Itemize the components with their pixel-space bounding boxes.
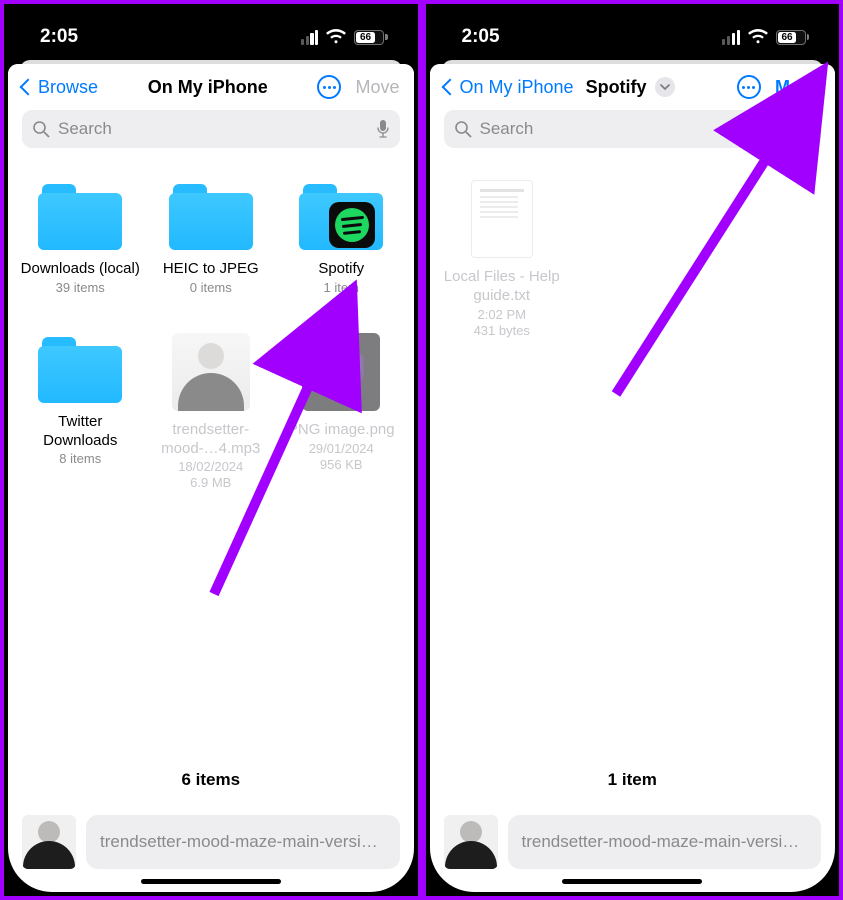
search-icon (32, 120, 50, 138)
search-icon (454, 120, 472, 138)
file-png-image[interactable]: PNG image.png 29/01/2024 956 KB (279, 319, 404, 509)
cellular-icon (301, 30, 319, 45)
back-label: On My iPhone (460, 77, 574, 98)
status-time: 2:05 (462, 26, 500, 48)
home-indicator[interactable] (141, 879, 281, 884)
folder-heic-to-jpeg[interactable]: HEIC to JPEG 0 items (149, 166, 274, 313)
wifi-icon (326, 29, 346, 45)
status-time: 2:05 (40, 26, 78, 48)
file-local-files-txt[interactable]: Local Files - Help guide.txt 2:02 PM 431… (440, 166, 565, 356)
search-placeholder: Search (480, 119, 798, 139)
image-thumbnail (302, 333, 380, 411)
item-name: Local Files - Help guide.txt (442, 268, 563, 306)
title-dropdown-icon[interactable] (655, 77, 675, 97)
clipboard-thumbnail[interactable] (22, 815, 76, 869)
item-size: 956 KB (320, 457, 363, 472)
item-size: 431 bytes (474, 323, 530, 338)
more-button[interactable] (317, 75, 341, 99)
item-name: Downloads (local) (21, 260, 140, 279)
item-name: Spotify (318, 260, 364, 279)
battery-icon: 66 (776, 30, 809, 45)
clipboard-filename[interactable]: trendsetter-mood-maze-main-versi… (86, 815, 400, 869)
back-button[interactable]: On My iPhone (444, 77, 574, 98)
folder-icon (169, 180, 253, 250)
more-button[interactable] (737, 75, 761, 99)
move-button[interactable]: Move (355, 77, 399, 98)
clipboard-filename[interactable]: trendsetter-mood-maze-main-versi… (508, 815, 822, 869)
search-field[interactable]: Search (444, 110, 822, 148)
item-size: 6.9 MB (190, 475, 231, 490)
move-button[interactable]: Move (775, 77, 821, 98)
item-sub: 1 item (324, 280, 359, 295)
nav-title: On My iPhone (148, 77, 268, 98)
file-trendsetter-mp3[interactable]: trendsetter-mood-…4.mp3 18/02/2024 6.9 M… (149, 319, 274, 509)
item-count: 1 item (430, 760, 836, 806)
spotify-app-icon (329, 202, 375, 248)
status-bar: 2:05 66 (4, 4, 418, 64)
battery-icon: 66 (354, 30, 387, 45)
folder-twitter-downloads[interactable]: Twitter Downloads 8 items (18, 319, 143, 509)
item-sub: 8 items (59, 451, 101, 466)
folder-icon (38, 333, 122, 403)
item-name: PNG image.png (288, 421, 395, 440)
item-date: 29/01/2024 (309, 441, 374, 456)
item-date: 18/02/2024 (178, 459, 243, 474)
cellular-icon (722, 30, 740, 45)
item-name: HEIC to JPEG (163, 260, 259, 279)
mic-icon[interactable] (797, 119, 811, 139)
nav-title: Spotify (586, 77, 647, 98)
chevron-left-icon (441, 79, 458, 96)
audio-thumbnail (172, 333, 250, 411)
clipboard-thumbnail[interactable] (444, 815, 498, 869)
item-name: Twitter Downloads (20, 413, 141, 451)
status-bar: 2:05 66 (426, 4, 840, 64)
item-name: trendsetter-mood-…4.mp3 (151, 421, 272, 459)
search-field[interactable]: Search (22, 110, 400, 148)
right-screenshot: 2:05 66 On My iPhone Spotify Move Search (422, 0, 843, 900)
wifi-icon (748, 29, 768, 45)
item-count: 6 items (8, 760, 414, 806)
home-indicator[interactable] (562, 879, 702, 884)
text-file-icon (471, 180, 533, 258)
chevron-left-icon (20, 79, 37, 96)
mic-icon[interactable] (376, 119, 390, 139)
item-sub: 39 items (56, 280, 105, 295)
folder-icon (299, 180, 383, 250)
item-sub: 0 items (190, 280, 232, 295)
back-button[interactable]: Browse (22, 77, 98, 98)
search-placeholder: Search (58, 119, 376, 139)
folder-icon (38, 180, 122, 250)
folder-spotify[interactable]: Spotify 1 item (279, 166, 404, 313)
folder-downloads-local[interactable]: Downloads (local) 39 items (18, 166, 143, 313)
left-screenshot: 2:05 66 Browse On My iPhone Move Search … (0, 0, 422, 900)
back-label: Browse (38, 77, 98, 98)
item-date: 2:02 PM (478, 307, 526, 322)
